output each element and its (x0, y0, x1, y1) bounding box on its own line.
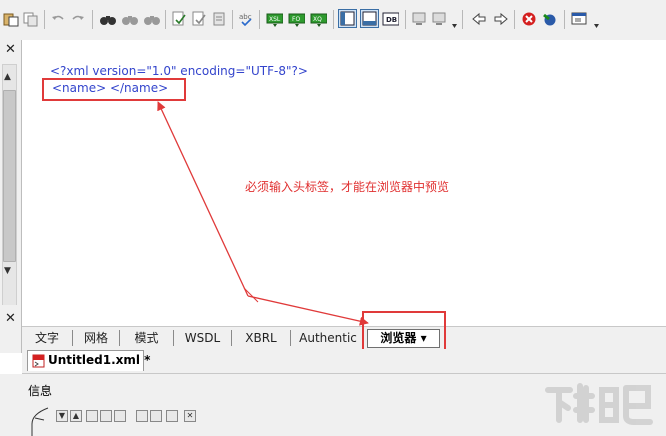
move-down-icon[interactable]: ▼ (56, 410, 68, 422)
node-icon[interactable] (86, 410, 98, 422)
tool-icon[interactable] (136, 410, 148, 422)
annotation-arrow-tail (243, 287, 259, 303)
node-icon[interactable] (114, 410, 126, 422)
move-up-icon[interactable]: ▲ (70, 410, 82, 422)
tree-connector-icon (31, 407, 49, 436)
tool-icon[interactable] (150, 410, 162, 422)
tool-icon[interactable] (166, 410, 178, 422)
annotation-arrow-up (157, 101, 249, 297)
close-icon[interactable]: ✕ (184, 410, 196, 422)
site-watermark-logo (545, 383, 653, 425)
document-tab[interactable]: Untitled1.xml * (27, 350, 150, 371)
document-tab-label: Untitled1.xml * (48, 353, 151, 367)
node-icon[interactable] (100, 410, 112, 422)
xml-file-icon (32, 354, 45, 368)
annotation-arrow-right (247, 295, 369, 326)
info-panel-title: 信息 (28, 384, 53, 398)
